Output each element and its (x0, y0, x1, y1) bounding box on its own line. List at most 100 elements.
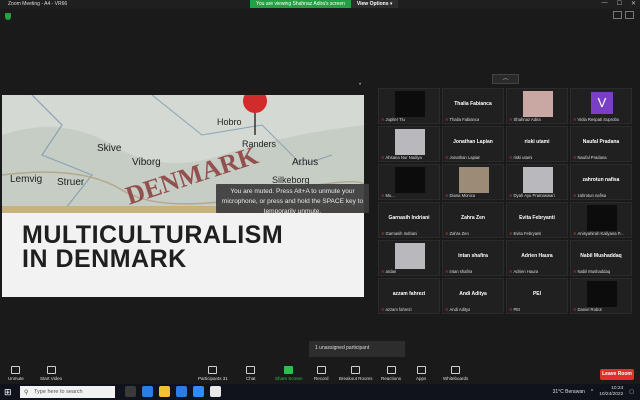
leave-room-button[interactable]: Leave Room (600, 369, 634, 380)
participant-name: Zahra Zen (449, 231, 469, 236)
view-controls (613, 11, 634, 19)
file-explorer-icon[interactable] (159, 386, 170, 397)
participant-name-label: ✕Anisyahirah Kaliyana P... (573, 231, 624, 236)
participant-tile[interactable]: ✕Shahnaz Adira (506, 88, 568, 124)
participant-tile[interactable]: ✕Anisyahirah Kaliyana P... (570, 202, 632, 238)
participant-tile[interactable]: ✕Mu... (378, 164, 440, 200)
participant-tile[interactable]: Evita Febryanti ✕Evita Febryanti (506, 202, 568, 238)
weather-text[interactable]: 31°C Berawan (553, 389, 585, 395)
close-button[interactable]: ✕ (631, 0, 636, 7)
share-screen-button[interactable]: Share Screen (275, 366, 303, 381)
reactions-icon (386, 366, 396, 374)
chrome-icon[interactable] (210, 386, 221, 397)
participant-tile[interactable]: ✕Diana Monica (442, 164, 504, 200)
participant-video (459, 167, 489, 193)
meeting-toolbar: Unmute Start Video Participants 31 Chat … (0, 364, 640, 384)
unmute-button[interactable]: Unmute (8, 366, 24, 381)
participant-name: Diana Monica (449, 193, 476, 198)
participant-tile[interactable]: Adrien Haura ✕Adrien Haura (506, 240, 568, 276)
muted-mic-icon: ✕ (509, 117, 513, 122)
participant-tile[interactable]: Nabil Mushaddaq ✕Nabil Mushaddaq (570, 240, 632, 276)
participant-name-label: ✕Dyah Ayu Pramaswari (509, 193, 555, 198)
participant-tile[interactable]: Garnasih Indriani ✕Garnasih Indriani (378, 202, 440, 238)
participant-tile[interactable]: ✕Jupiter Tiu (378, 88, 440, 124)
participant-name: Dyah Ayu Pramaswari (513, 193, 555, 198)
participant-tile[interactable]: Thalia Fabianca ✕Thalia Fabianca (442, 88, 504, 124)
muted-mic-icon: ✕ (381, 193, 385, 198)
reactions-button[interactable]: Reactions (381, 366, 401, 381)
edge-icon[interactable] (142, 386, 153, 397)
participant-name: Anisyahirah Kaliyana P... (577, 231, 624, 236)
participant-name-label: ✕PEI (509, 307, 520, 312)
microphone-icon (11, 366, 21, 374)
clock[interactable]: 10:24 10/24/2022 (599, 386, 623, 398)
participant-name: PEI (513, 307, 521, 312)
participant-name-label: ✕Shahnaz Adira (509, 117, 541, 122)
participant-tile[interactable]: Zahra Zen ✕Zahra Zen (442, 202, 504, 238)
participant-avatar: V (591, 92, 613, 114)
apps-button[interactable]: Apps (416, 366, 426, 381)
gallery-view-icon[interactable] (613, 11, 622, 19)
fullscreen-icon[interactable] (625, 11, 634, 19)
participant-name: Mu... (385, 193, 395, 198)
map-label-struer: Struer (57, 177, 85, 188)
chat-icon (246, 366, 256, 374)
participant-name-large: Andi Aditya (459, 291, 487, 297)
participant-tile[interactable]: PEI ✕PEI (506, 278, 568, 314)
participant-name-label: ✕Jupiter Tiu (381, 117, 405, 122)
muted-mic-icon: ✕ (573, 117, 577, 122)
participant-name-label: ✕Diana Monica (445, 193, 475, 198)
participant-tile[interactable]: Andi Aditya ✕Andi Aditya (442, 278, 504, 314)
minimize-button[interactable]: — (602, 0, 608, 7)
participant-name-large: zahrotun nafisa (582, 177, 620, 183)
participant-tile[interactable]: ✕Dyah Ayu Pramaswari (506, 164, 568, 200)
collapse-arrow-button[interactable]: ︿ (492, 74, 519, 84)
chat-button[interactable]: Chat (246, 366, 256, 381)
participant-name-label: ✕Jonathan Lapian (445, 155, 480, 160)
security-shield-icon[interactable] (5, 13, 11, 20)
participant-tile[interactable]: ✕ardan (378, 240, 440, 276)
muted-mic-icon: ✕ (381, 155, 385, 160)
participant-name-label: ✕intan shafira (445, 269, 472, 274)
zoom-icon[interactable] (193, 386, 204, 397)
participant-video (523, 91, 553, 117)
participant-tile[interactable]: V ✕Viola Respati Suprobo (570, 88, 632, 124)
participant-video (395, 91, 425, 117)
muted-mic-icon: ✕ (573, 307, 577, 312)
start-video-button[interactable]: Start Video (40, 366, 62, 381)
participant-name: Jonathan Lapian (449, 155, 481, 160)
participant-tile[interactable]: Jonathan Lapian ✕Jonathan Lapian (442, 126, 504, 162)
notification-icon[interactable]: ▢ (629, 389, 634, 395)
participant-tile[interactable]: intan shafira ✕intan shafira (442, 240, 504, 276)
participant-tile[interactable]: ✕Ahsana Nur Nadiya (378, 126, 440, 162)
participants-button[interactable]: Participants 31 (198, 366, 228, 381)
participant-name: Viola Respati Suprobo (577, 117, 620, 122)
view-options-button[interactable]: View Options ▾ (350, 0, 399, 8)
participant-tile[interactable]: Naufal Pradana ✕Naufal Pradana (570, 126, 632, 162)
taskbar-search-box[interactable]: ⚲ Type here to search (20, 386, 115, 398)
participant-tile[interactable]: ✕Daniel Robot (570, 278, 632, 314)
map-label-viborg: Viborg (132, 157, 161, 168)
whiteboards-button[interactable]: Whiteboards (443, 366, 468, 381)
more-options-icon[interactable]: • (359, 82, 361, 88)
search-icon: ⚲ (24, 390, 29, 396)
breakout-rooms-button[interactable]: Breakout Rooms (339, 366, 373, 381)
unassigned-participant-notice[interactable]: 1 unassigned participant (309, 341, 405, 357)
participant-name-label: ✕Garnasih Indriani (381, 231, 417, 236)
participant-tile[interactable]: zahrotun nafisa ✕zahrotun nafisa (570, 164, 632, 200)
participant-tile[interactable]: azzam fahrezi ✕azzam fahrezi (378, 278, 440, 314)
maximize-button[interactable]: ☐ (617, 0, 622, 7)
participant-name-large: Adrien Haura (521, 253, 553, 259)
participant-name-large: Jonathan Lapian (453, 139, 493, 145)
record-button[interactable]: Record (314, 366, 329, 381)
map-label-hobro: Hobro (217, 117, 242, 127)
tray-chevron-icon[interactable]: ^ (591, 389, 593, 395)
muted-mic-icon: ✕ (381, 231, 385, 236)
windows-start-icon[interactable]: ⊞ (4, 387, 14, 397)
participant-video (523, 167, 553, 193)
muted-mic-icon: ✕ (445, 269, 449, 274)
task-view-icon[interactable] (125, 386, 136, 397)
mail-icon[interactable] (176, 386, 187, 397)
slide-heading: MULTICULTURALISM IN DENMARK (22, 223, 283, 272)
participant-tile[interactable]: riski utami ✕riski utami (506, 126, 568, 162)
